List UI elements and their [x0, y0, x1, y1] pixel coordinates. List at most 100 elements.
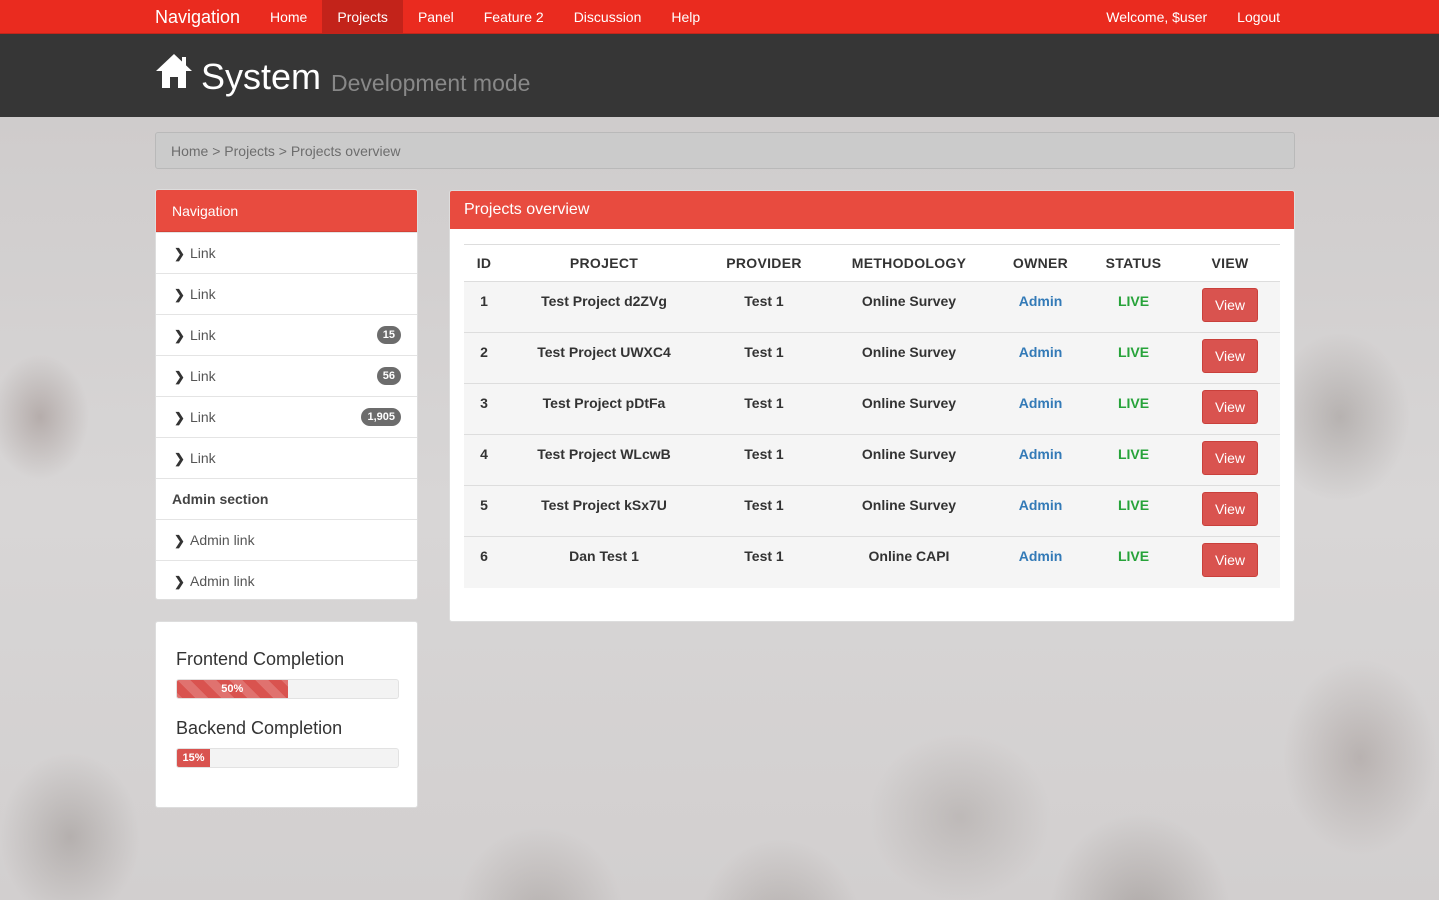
cell-status: LIVE: [1087, 434, 1180, 486]
view-button[interactable]: View: [1202, 390, 1258, 424]
table-row: 4 Test Project WLcwB Test 1 Online Surve…: [464, 434, 1280, 486]
navbar-brand[interactable]: Navigation: [155, 0, 240, 34]
cell-provider: Test 1: [704, 485, 824, 537]
sidebar-admin-link-2[interactable]: ❯ Admin link: [156, 560, 417, 599]
chevron-right-icon: ❯: [174, 410, 185, 425]
cell-owner-link[interactable]: Admin: [994, 434, 1087, 486]
page-title: System: [201, 56, 322, 97]
cell-status: LIVE: [1087, 281, 1180, 333]
chevron-right-icon: ❯: [174, 533, 185, 548]
cell-owner-link[interactable]: Admin: [994, 281, 1087, 333]
sidebar-link-6[interactable]: ❯ Link: [156, 437, 417, 478]
cell-methodology: Online Survey: [824, 485, 994, 537]
view-button[interactable]: View: [1202, 441, 1258, 475]
cell-id: 2: [464, 332, 504, 384]
chevron-right-icon: ❯: [174, 369, 185, 384]
cell-status: LIVE: [1087, 383, 1180, 435]
sidebar-link-label: Link: [190, 409, 216, 425]
cell-project: Dan Test 1: [504, 536, 704, 588]
cell-view: View: [1180, 434, 1280, 486]
breadcrumb[interactable]: Home > Projects > Projects overview: [155, 132, 1295, 169]
cell-owner-link[interactable]: Admin: [994, 383, 1087, 435]
sidebar-link-5[interactable]: ❯ Link 1,905: [156, 396, 417, 437]
nav-projects[interactable]: Projects: [322, 0, 403, 34]
nav-home[interactable]: Home: [255, 0, 322, 34]
cell-methodology: Online Survey: [824, 281, 994, 333]
backend-progress-bar: 15%: [176, 748, 399, 768]
sidebar-admin-link-1[interactable]: ❯ Admin link: [156, 519, 417, 560]
column-header-provider[interactable]: PROVIDER: [704, 244, 824, 282]
projects-table: ID PROJECT PROVIDER METHODOLOGY OWNER ST…: [464, 244, 1280, 588]
nav-help[interactable]: Help: [656, 0, 715, 34]
cell-view: View: [1180, 281, 1280, 333]
chevron-right-icon: ❯: [174, 287, 185, 302]
backend-completion-label: Backend Completion: [176, 718, 343, 738]
sidebar-link-4[interactable]: ❯ Link 56: [156, 355, 417, 396]
nav-panel[interactable]: Panel: [403, 0, 469, 34]
page-header: System Development mode: [0, 34, 1439, 117]
cell-view: View: [1180, 536, 1280, 588]
chevron-right-icon: ❯: [174, 328, 185, 343]
cell-provider: Test 1: [704, 383, 824, 435]
cell-owner-link[interactable]: Admin: [994, 485, 1087, 537]
view-button[interactable]: View: [1202, 288, 1258, 322]
cell-project: Test Project pDtFa: [504, 383, 704, 435]
page-subtitle: Development mode: [331, 70, 531, 96]
cell-id: 6: [464, 536, 504, 588]
cell-methodology: Online Survey: [824, 383, 994, 435]
sidebar-link-label: Link: [190, 450, 216, 466]
frontend-progress-fill: 50%: [177, 680, 288, 698]
cell-methodology: Online CAPI: [824, 536, 994, 588]
side-navigation-title: Navigation: [156, 190, 417, 232]
count-badge: 15: [376, 326, 401, 344]
cell-id: 4: [464, 434, 504, 486]
count-badge: 1,905: [361, 408, 401, 426]
nav-discussion[interactable]: Discussion: [559, 0, 657, 34]
sidebar-link-2[interactable]: ❯ Link: [156, 273, 417, 314]
column-header-id[interactable]: ID: [464, 244, 504, 282]
table-header-row: ID PROJECT PROVIDER METHODOLOGY OWNER ST…: [464, 244, 1280, 282]
cell-id: 3: [464, 383, 504, 435]
projects-overview-panel: Projects overview ID PROJECT PROVIDER ME…: [449, 190, 1295, 622]
cell-provider: Test 1: [704, 434, 824, 486]
cell-project: Test Project d2ZVg: [504, 281, 704, 333]
table-row: 5 Test Project kSx7U Test 1 Online Surve…: [464, 485, 1280, 537]
view-button[interactable]: View: [1202, 543, 1258, 577]
view-button[interactable]: View: [1202, 492, 1258, 526]
sidebar-link-label: Link: [190, 245, 216, 261]
cell-project: Test Project UWXC4: [504, 332, 704, 384]
navbar-links: Home Projects Panel Feature 2 Discussion…: [255, 0, 715, 34]
view-button[interactable]: View: [1202, 339, 1258, 373]
table-row: 2 Test Project UWXC4 Test 1 Online Surve…: [464, 332, 1280, 384]
cell-owner-link[interactable]: Admin: [994, 332, 1087, 384]
cell-methodology: Online Survey: [824, 434, 994, 486]
sidebar-link-1[interactable]: ❯ Link: [156, 232, 417, 273]
cell-view: View: [1180, 332, 1280, 384]
column-header-status[interactable]: STATUS: [1087, 244, 1180, 282]
cell-view: View: [1180, 383, 1280, 435]
logout-link[interactable]: Logout: [1222, 0, 1295, 34]
backend-progress-fill: 15%: [177, 749, 211, 767]
column-header-owner[interactable]: OWNER: [994, 244, 1087, 282]
completion-panel: Frontend Completion 50% Backend Completi…: [155, 621, 418, 808]
cell-owner-link[interactable]: Admin: [994, 536, 1087, 588]
welcome-user[interactable]: Welcome, $user: [1091, 0, 1222, 34]
home-icon: [156, 54, 192, 88]
table-row: 1 Test Project d2ZVg Test 1 Online Surve…: [464, 281, 1280, 333]
column-header-project[interactable]: PROJECT: [504, 244, 704, 282]
column-header-view: VIEW: [1180, 244, 1280, 282]
cell-status: LIVE: [1087, 485, 1180, 537]
navbar-user-area: Welcome, $user Logout: [1091, 0, 1295, 34]
cell-provider: Test 1: [704, 536, 824, 588]
column-header-methodology[interactable]: METHODOLOGY: [824, 244, 994, 282]
sidebar-admin-link-label: Admin link: [190, 532, 255, 548]
sidebar-link-label: Link: [190, 327, 216, 343]
cell-project: Test Project WLcwB: [504, 434, 704, 486]
table-row: 6 Dan Test 1 Test 1 Online CAPI Admin LI…: [464, 536, 1280, 588]
projects-overview-title: Projects overview: [450, 191, 1294, 229]
sidebar-link-3[interactable]: ❯ Link 15: [156, 314, 417, 355]
cell-status: LIVE: [1087, 536, 1180, 588]
nav-feature-2[interactable]: Feature 2: [469, 0, 559, 34]
frontend-progress-bar: 50%: [176, 679, 399, 699]
admin-section-heading: Admin section: [156, 478, 417, 519]
